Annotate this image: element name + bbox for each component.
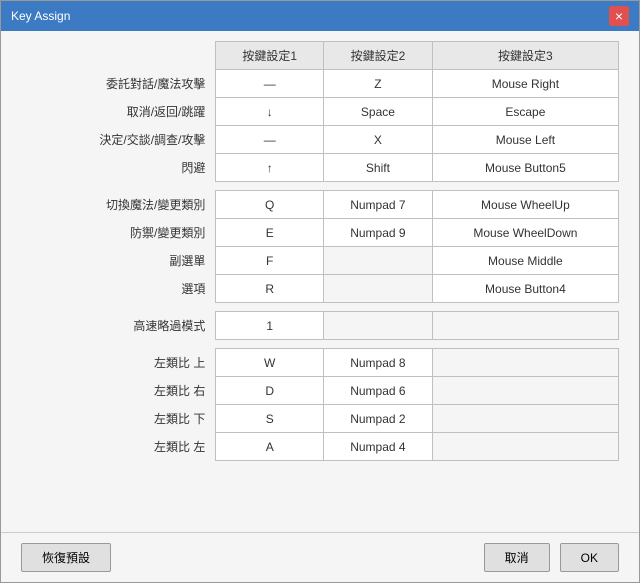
col-header-3: 按鍵設定3: [432, 42, 618, 70]
spacer-cell: [21, 182, 216, 191]
row-label: 副選單: [21, 247, 216, 275]
table-row: 委託對話/魔法攻擊—ZMouse Right: [21, 70, 619, 98]
row-label: 防禦/變更類別: [21, 219, 216, 247]
row-value-2: Numpad 7: [324, 191, 433, 219]
window-title: Key Assign: [11, 9, 70, 23]
row-value-3: [432, 405, 618, 433]
row-value-1: —: [216, 126, 324, 154]
row-value-2: Numpad 2: [324, 405, 433, 433]
row-value-1: ↑: [216, 154, 324, 182]
row-value-3: [432, 377, 618, 405]
footer-center-buttons: 取消 OK: [484, 543, 619, 572]
row-value-2: Numpad 9: [324, 219, 433, 247]
spacer-cell: [21, 340, 216, 349]
spacer-cell: [432, 303, 618, 312]
main-content: 按鍵設定1 按鍵設定2 按鍵設定3 委託對話/魔法攻擊—ZMouse Right…: [1, 31, 639, 532]
row-value-1: D: [216, 377, 324, 405]
table-row: 左類比 下SNumpad 2: [21, 405, 619, 433]
row-label: 閃避: [21, 154, 216, 182]
spacer-cell: [21, 303, 216, 312]
table-row: 副選單F Mouse Middle: [21, 247, 619, 275]
table-row: 切換魔法/變更類別QNumpad 7Mouse WheelUp: [21, 191, 619, 219]
row-value-1: ↓: [216, 98, 324, 126]
ok-button[interactable]: OK: [560, 543, 619, 572]
spacer-cell: [216, 340, 324, 349]
row-value-2: [324, 312, 433, 340]
spacer-cell: [216, 182, 324, 191]
row-value-3: [432, 312, 618, 340]
row-value-2: Shift: [324, 154, 433, 182]
spacer-cell: [216, 303, 324, 312]
row-label: 左類比 右: [21, 377, 216, 405]
row-value-2: Numpad 4: [324, 433, 433, 461]
row-value-3: Mouse Button5: [432, 154, 618, 182]
row-label: 選項: [21, 275, 216, 303]
table-row: 選項R Mouse Button4: [21, 275, 619, 303]
row-value-3: Mouse Right: [432, 70, 618, 98]
row-value-2: [324, 275, 433, 303]
key-assign-window: Key Assign × 按鍵設定1 按鍵設定2 按鍵設定3 委託對話/魔法攻擊…: [0, 0, 640, 583]
row-value-1: Q: [216, 191, 324, 219]
table-row: 左類比 右DNumpad 6: [21, 377, 619, 405]
row-value-1: E: [216, 219, 324, 247]
row-value-1: F: [216, 247, 324, 275]
table-row: 高速略過模式1: [21, 312, 619, 340]
close-button[interactable]: ×: [609, 6, 629, 26]
row-value-3: Mouse WheelDown: [432, 219, 618, 247]
table-row: 決定/交談/調查/攻擊—XMouse Left: [21, 126, 619, 154]
table-row: 左類比 左ANumpad 4: [21, 433, 619, 461]
footer: 恢復預設 取消 OK: [1, 532, 639, 582]
row-value-2: Numpad 8: [324, 349, 433, 377]
spacer-cell: [432, 340, 618, 349]
table-row: 閃避↑ShiftMouse Button5: [21, 154, 619, 182]
row-label: 左類比 左: [21, 433, 216, 461]
spacer-cell: [324, 303, 433, 312]
row-value-3: Mouse WheelUp: [432, 191, 618, 219]
restore-defaults-button[interactable]: 恢復預設: [21, 543, 111, 572]
row-value-2: Numpad 6: [324, 377, 433, 405]
row-label: 決定/交談/調查/攻擊: [21, 126, 216, 154]
row-value-1: 1: [216, 312, 324, 340]
spacer-cell: [324, 182, 433, 191]
col-header-1: 按鍵設定1: [216, 42, 324, 70]
table-row: 取消/返回/跳躍↓SpaceEscape: [21, 98, 619, 126]
row-value-2: Z: [324, 70, 433, 98]
title-bar: Key Assign ×: [1, 1, 639, 31]
key-assign-table: 按鍵設定1 按鍵設定2 按鍵設定3 委託對話/魔法攻擊—ZMouse Right…: [21, 41, 619, 461]
cancel-button[interactable]: 取消: [484, 543, 550, 572]
row-label: 取消/返回/跳躍: [21, 98, 216, 126]
row-value-1: W: [216, 349, 324, 377]
row-label: 高速略過模式: [21, 312, 216, 340]
row-value-3: Mouse Middle: [432, 247, 618, 275]
spacer-cell: [324, 340, 433, 349]
row-label: 左類比 上: [21, 349, 216, 377]
spacer-cell: [432, 182, 618, 191]
row-value-3: Mouse Left: [432, 126, 618, 154]
row-value-1: R: [216, 275, 324, 303]
col-header-label: [21, 42, 216, 70]
row-value-1: A: [216, 433, 324, 461]
row-value-2: X: [324, 126, 433, 154]
row-value-2: [324, 247, 433, 275]
table-row: 防禦/變更類別ENumpad 9Mouse WheelDown: [21, 219, 619, 247]
row-value-3: Escape: [432, 98, 618, 126]
row-value-2: Space: [324, 98, 433, 126]
row-label: 左類比 下: [21, 405, 216, 433]
table-row: 左類比 上WNumpad 8: [21, 349, 619, 377]
row-value-1: —: [216, 70, 324, 98]
row-value-3: [432, 349, 618, 377]
row-label: 委託對話/魔法攻擊: [21, 70, 216, 98]
row-label: 切換魔法/變更類別: [21, 191, 216, 219]
row-value-3: [432, 433, 618, 461]
row-value-3: Mouse Button4: [432, 275, 618, 303]
row-value-1: S: [216, 405, 324, 433]
col-header-2: 按鍵設定2: [324, 42, 433, 70]
